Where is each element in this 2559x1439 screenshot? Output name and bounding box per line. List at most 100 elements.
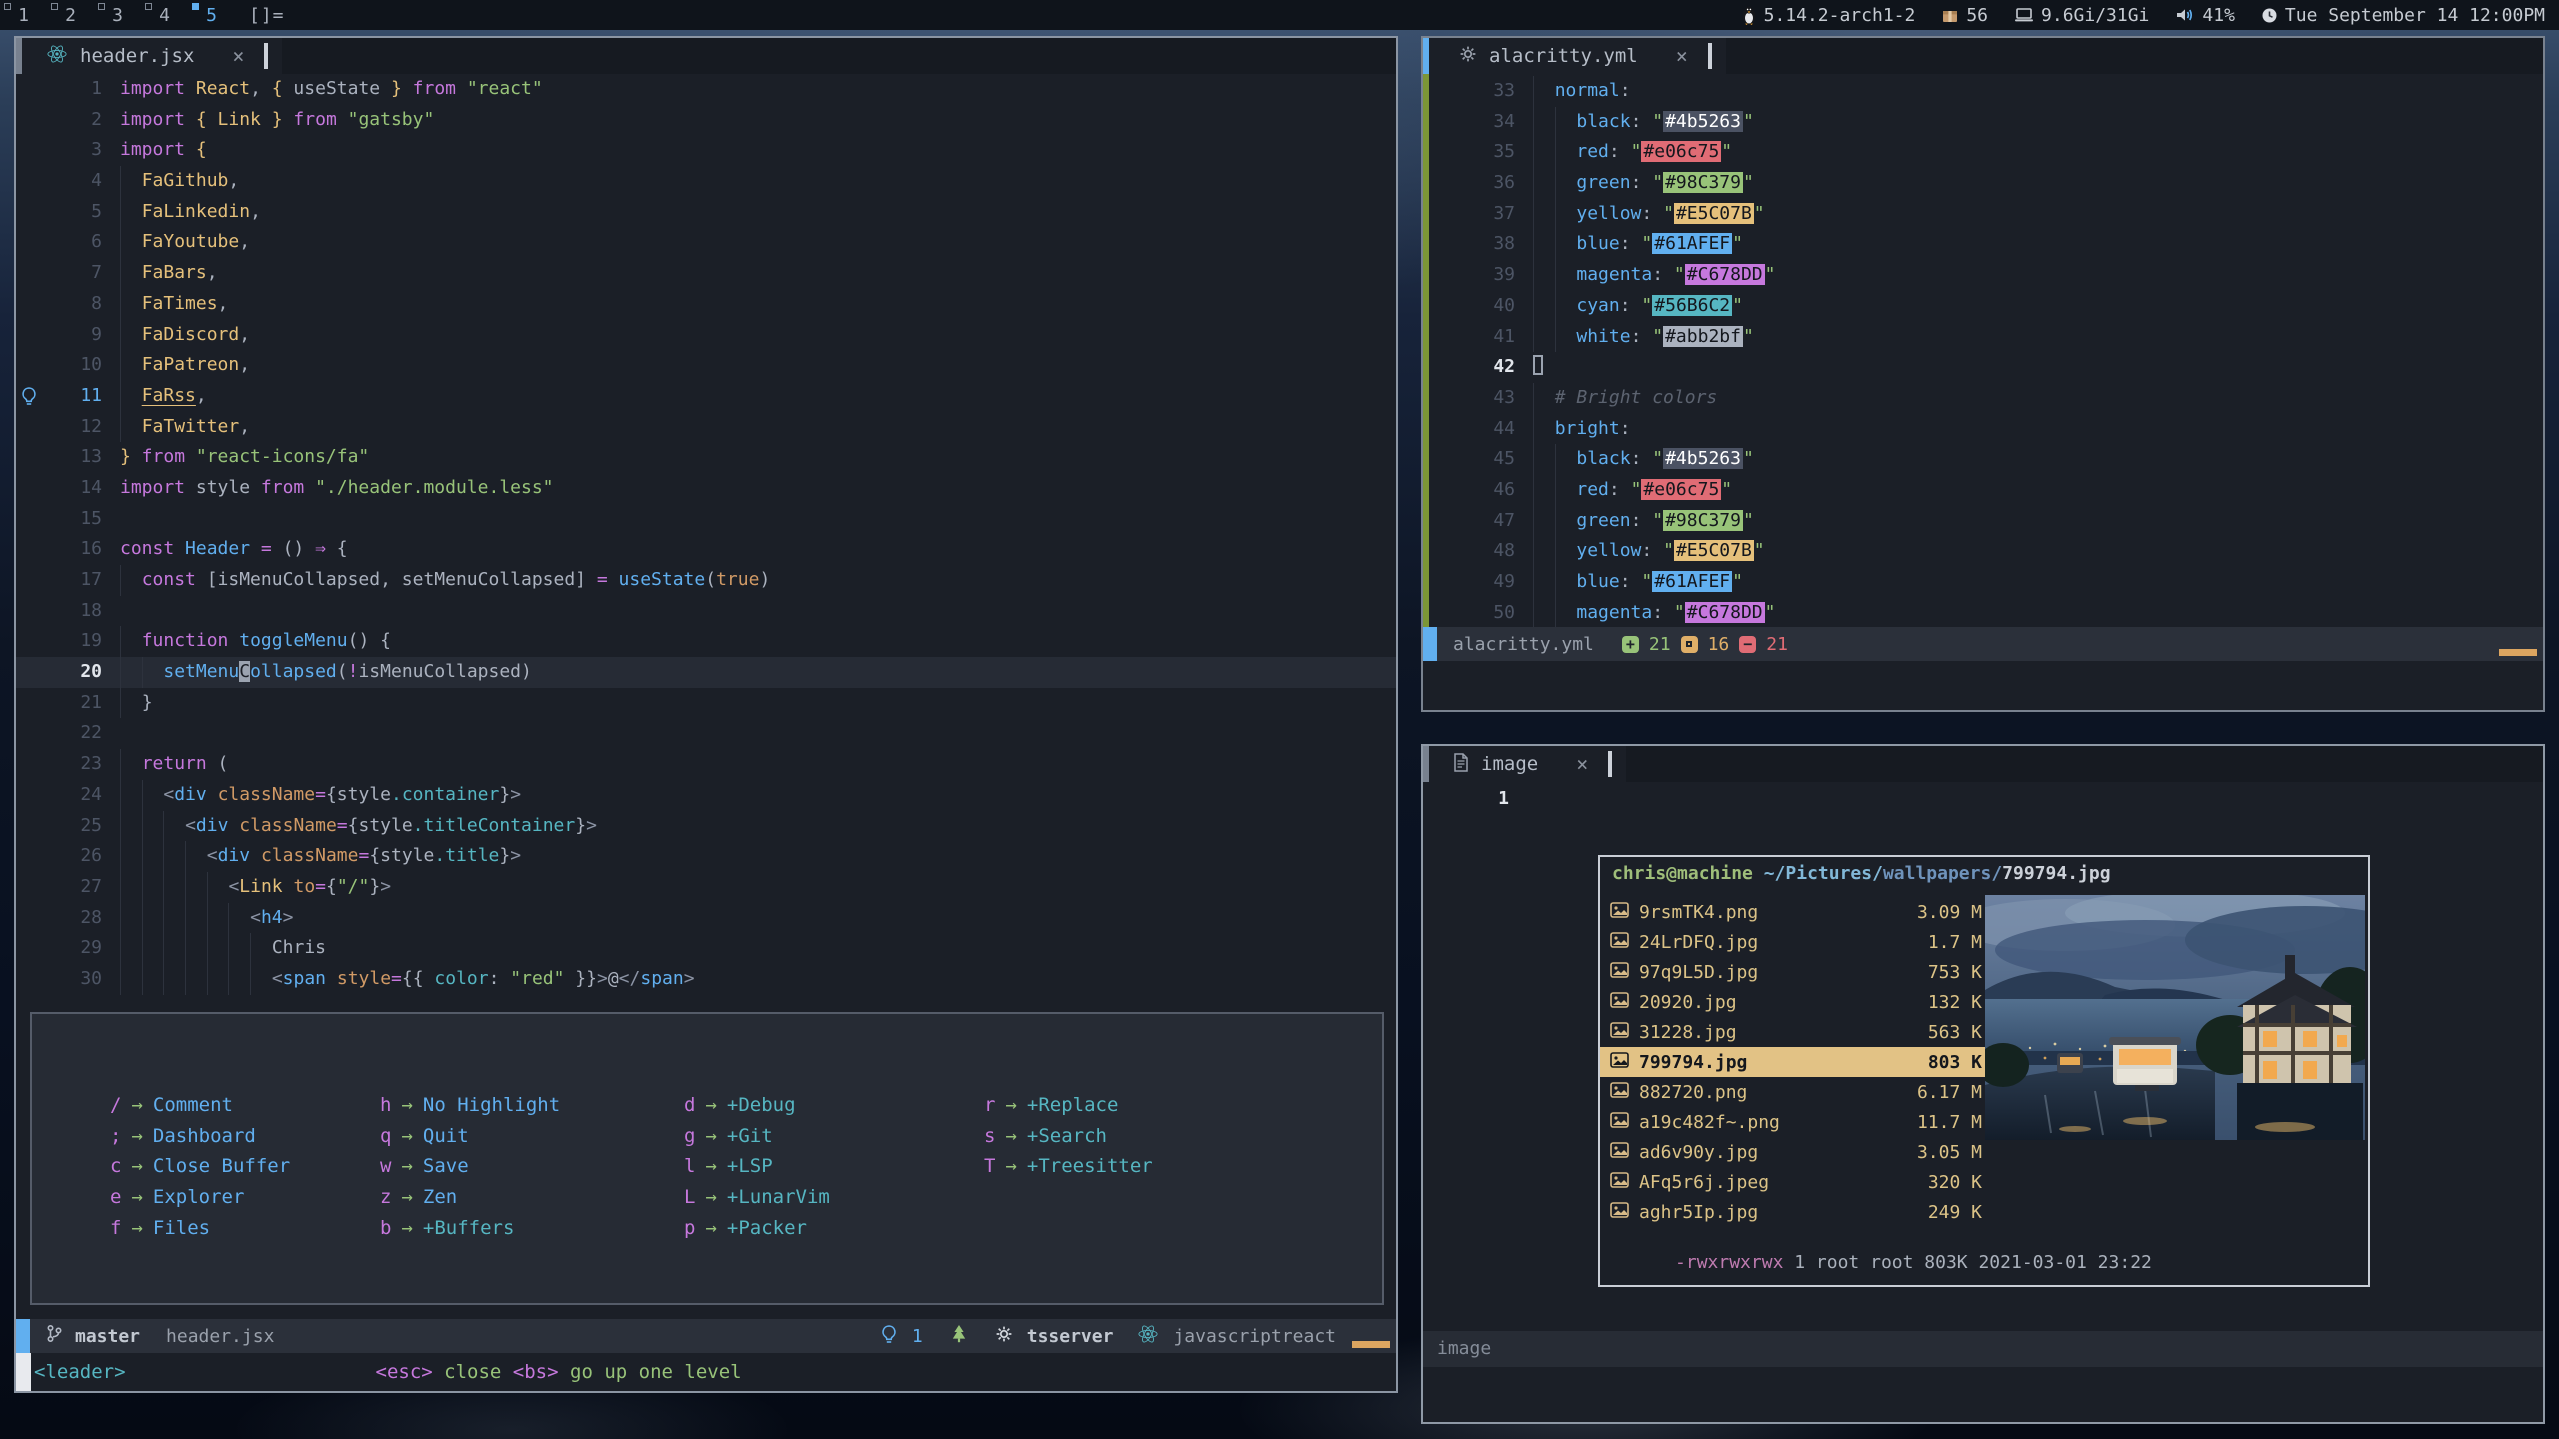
code-line-26[interactable]: 26<div className={style.title}> [16,841,1396,872]
code-area[interactable]: 1 [1423,784,2543,815]
code-line-37[interactable]: 37yellow: "#E5C07B" [1429,199,2543,230]
code-line-9[interactable]: 9FaDiscord, [16,320,1396,351]
code-line-6[interactable]: 6FaYoutube, [16,227,1396,258]
workspace-5[interactable]: 5 [188,0,235,30]
code-line-47[interactable]: 47green: "#98C379" [1429,506,2543,537]
code-line-19[interactable]: 19function toggleMenu() { [16,626,1396,657]
line-number: 39 [1455,260,1515,291]
whichkey-binding-d: d→+Debug [684,1090,830,1121]
code-line-42[interactable]: 42 [1429,352,2543,383]
code-line-3[interactable]: 3import { [16,135,1396,166]
code-text: <h4> [120,903,1396,934]
code-line-45[interactable]: 45black: "#4b5263" [1429,444,2543,475]
code-line-20[interactable]: 20setMenuCollapsed(!isMenuCollapsed) [16,657,1396,688]
code-text: FaTwitter, [120,412,1396,443]
code-line-2[interactable]: 2import { Link } from "gatsby" [16,105,1396,136]
code-line-22[interactable]: 22 [16,718,1396,749]
code-line-36[interactable]: 36green: "#98C379" [1429,168,2543,199]
file-row-20920.jpg[interactable]: 20920.jpg132 K [1600,987,1990,1017]
file-row-AFq5r6j.jpeg[interactable]: AFq5r6j.jpeg320 K [1600,1167,1990,1197]
close-icon[interactable]: × [232,44,244,68]
close-icon[interactable]: × [1576,752,1588,776]
file-row-24LrDFQ.jpg[interactable]: 24LrDFQ.jpg1.7 M [1600,927,1990,957]
code-line-28[interactable]: 28<h4> [16,903,1396,934]
code-text: Chris [120,933,1396,964]
code-line-39[interactable]: 39magenta: "#C678DD" [1429,260,2543,291]
code-line-33[interactable]: 33normal: [1429,76,2543,107]
git-branch[interactable]: master [75,1326,140,1347]
code-line-11[interactable]: 11FaRss, [16,381,1396,412]
code-line-13[interactable]: 13} from "react-icons/fa" [16,442,1396,473]
tabline: alacritty.yml × [1429,38,2543,74]
command-line[interactable]: <leader> <esc> close <bs> go up one leve… [16,1353,1396,1391]
code-line-44[interactable]: 44bright: [1429,414,2543,445]
file-row-97q9L5D.jpg[interactable]: 97q9L5D.jpg753 K [1600,957,1990,987]
code-line-5[interactable]: 5FaLinkedin, [16,197,1396,228]
git-branch-icon [46,1324,63,1348]
line-number: 50 [1455,598,1515,629]
file-row-31228.jpg[interactable]: 31228.jpg563 K [1600,1017,1990,1047]
workspace-2[interactable]: 2 [47,0,94,30]
code-line-46[interactable]: 46red: "#e06c75" [1429,475,2543,506]
line-number: 6 [42,227,102,258]
workspace-3[interactable]: 3 [94,0,141,30]
code-line-4[interactable]: 4FaGithub, [16,166,1396,197]
code-line-17[interactable]: 17const [isMenuCollapsed, setMenuCollaps… [16,565,1396,596]
tab-image[interactable]: image × [1423,746,1626,782]
code-line-38[interactable]: 38blue: "#61AFEF" [1429,229,2543,260]
file-row-aghr5Ip.jpg[interactable]: aghr5Ip.jpg249 K [1600,1197,1990,1227]
code-line-24[interactable]: 24<div className={style.container}> [16,780,1396,811]
code-line-12[interactable]: 12FaTwitter, [16,412,1396,443]
file-row-a19c482f~.png[interactable]: a19c482f~.png11.7 M [1600,1107,1990,1137]
file-row-ad6v90y.jpg[interactable]: ad6v90y.jpg3.05 M [1600,1137,1990,1167]
code-line-7[interactable]: 7FaBars, [16,258,1396,289]
code-line-43[interactable]: 43# Bright colors [1429,383,2543,414]
code-line-14[interactable]: 14import style from "./header.module.les… [16,473,1396,504]
file-row-9rsmTK4.png[interactable]: 9rsmTK4.png3.09 M [1600,897,1990,927]
sign-column [16,964,42,995]
whichkey-binding-l: l→+LSP [684,1151,830,1182]
sign-column [1429,260,1455,291]
cable-car [2109,1037,2181,1091]
code-line-50[interactable]: 50magenta: "#C678DD" [1429,598,2543,629]
sign-column [16,933,42,964]
close-icon[interactable]: × [1676,44,1688,68]
code-line-25[interactable]: 25<div className={style.titleContainer}> [16,811,1396,842]
code-line-35[interactable]: 35red: "#e06c75" [1429,137,2543,168]
code-line-29[interactable]: 29Chris [16,933,1396,964]
code-line-41[interactable]: 41white: "#abb2bf" [1429,322,2543,353]
tab-headerjsx[interactable]: header.jsx × [16,38,282,74]
tab-alacritty[interactable]: alacritty.yml × [1429,38,1726,74]
code-line-23[interactable]: 23return ( [16,749,1396,780]
statusline: alacritty.yml +2116−21 [1423,627,2543,661]
code-line-16[interactable]: 16const Header = () ⇒ { [16,534,1396,565]
code-line-8[interactable]: 8FaTimes, [16,289,1396,320]
code-text: } [120,688,1396,719]
code-line-1[interactable]: 1 [1423,784,2543,815]
code-text: red: "#e06c75" [1533,475,2543,506]
code-area[interactable]: 1import React, { useState } from "react"… [16,74,1396,995]
workspace-4[interactable]: 4 [141,0,188,30]
code-line-15[interactable]: 15 [16,504,1396,535]
arrow-icon: → [995,1125,1026,1147]
code-line-10[interactable]: 10FaPatreon, [16,350,1396,381]
code-area[interactable]: 33normal:34black: "#4b5263"35red: "#e06c… [1429,76,2543,628]
code-line-49[interactable]: 49blue: "#61AFEF" [1429,567,2543,598]
code-line-40[interactable]: 40cyan: "#56B6C2" [1429,291,2543,322]
code-line-18[interactable]: 18 [16,596,1396,627]
code-line-21[interactable]: 21} [16,688,1396,719]
code-line-48[interactable]: 48yellow: "#E5C07B" [1429,536,2543,567]
file-name: AFq5r6j.jpeg [1639,1172,1918,1193]
workspace-1[interactable]: 1 [0,0,47,30]
file-row-799794.jpg[interactable]: 799794.jpg803 K [1600,1047,1990,1077]
code-line-1[interactable]: 1import React, { useState } from "react" [16,74,1396,105]
whichkey-binding-q: q→Quit [380,1121,560,1152]
code-line-27[interactable]: 27<Link to={"/"}> [16,872,1396,903]
sign-column [16,442,42,473]
line-number: 15 [42,504,102,535]
file-row-882720.png[interactable]: 882720.png6.17 M [1600,1077,1990,1107]
sign-column [16,258,42,289]
code-line-34[interactable]: 34black: "#4b5263" [1429,107,2543,138]
code-text: import React, { useState } from "react" [120,74,1396,105]
code-line-30[interactable]: 30<span style={{ color: "red" }}>@</span… [16,964,1396,995]
